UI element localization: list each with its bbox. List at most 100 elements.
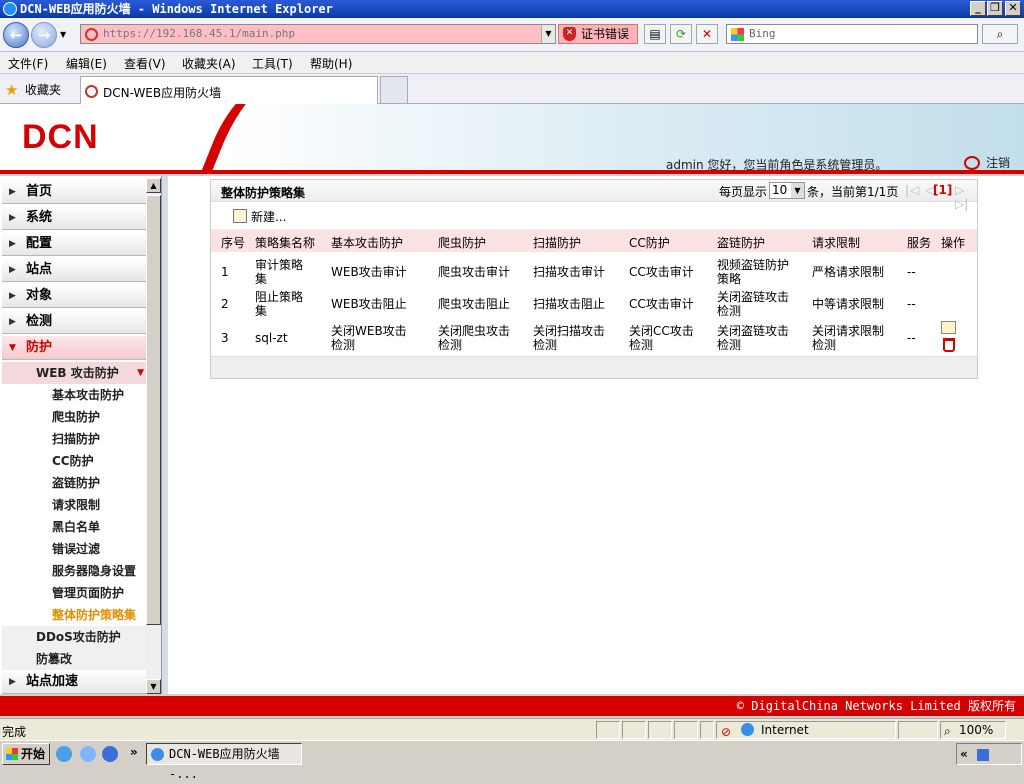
sidebar-subitem[interactable]: 基本攻击防护 xyxy=(2,384,146,406)
table-cell: 关闭爬虫攻击 检测 xyxy=(438,324,511,352)
table-cell: sql-zt xyxy=(255,331,288,345)
chevron-right-icon: ▶ xyxy=(9,239,16,249)
cert-error-label: 证书错误 xyxy=(581,27,630,41)
menu-view[interactable]: 查看(V) xyxy=(124,55,166,72)
col-header: 序号 xyxy=(221,236,246,250)
table-cell: 爬虫攻击审计 xyxy=(438,265,511,279)
edit-icon xyxy=(233,209,247,223)
forward-button[interactable]: → xyxy=(31,22,57,48)
quicklaunch-ie-icon[interactable] xyxy=(56,746,72,762)
table-cell: 关闭WEB攻击 检测 xyxy=(331,324,407,352)
search-placeholder[interactable]: Bing xyxy=(749,27,776,40)
status-pane xyxy=(622,721,646,739)
minimize-button[interactable]: _ xyxy=(970,1,986,16)
per-page-select[interactable]: 10 ▼ xyxy=(769,182,805,199)
logout-link[interactable]: 注销 xyxy=(986,154,1010,171)
sidebar-item-detection[interactable]: ▶ 检测 xyxy=(2,310,146,334)
page-icon xyxy=(85,28,98,41)
sidebar: ▶ 首页 ▶ 系统 ▶ 配置 ▶ 站点 ▶ 对象 ▶ 检测 ▼ 防护 WEB 攻击防护 ▼ 基本… xyxy=(0,176,162,694)
quicklaunch-app-icon[interactable] xyxy=(102,746,118,762)
search-go-button[interactable]: ⌕ xyxy=(982,24,1018,44)
zoom-button[interactable]: ⌕ 100% xyxy=(940,721,1006,739)
menu-tools[interactable]: 工具(T) xyxy=(252,55,293,72)
tray-expand-icon[interactable]: « xyxy=(960,744,968,764)
close-window-button[interactable]: ✕ xyxy=(1005,1,1021,16)
edit-icon[interactable] xyxy=(941,321,956,334)
sidebar-group-tamper[interactable]: 防篡改 xyxy=(2,648,146,670)
sidebar-subitem[interactable]: 黑白名单 xyxy=(2,516,146,538)
sidebar-group-web-attack[interactable]: WEB 攻击防护 ▼ xyxy=(2,362,146,384)
sidebar-item-acceleration[interactable]: ▶ 站点加速 xyxy=(2,670,146,694)
sidebar-subitem[interactable]: 爬虫防护 xyxy=(2,406,146,428)
menu-bar: 文件(F) 编辑(E) 查看(V) 收藏夹(A) 工具(T) 帮助(H) xyxy=(0,52,1024,74)
menu-help[interactable]: 帮助(H) xyxy=(310,55,352,72)
sidebar-item-config[interactable]: ▶ 配置 xyxy=(2,232,146,256)
scroll-down-icon[interactable]: ▼ xyxy=(146,679,161,694)
table-cell: 扫描攻击审计 xyxy=(533,265,606,279)
chevron-right-icon: ▶ xyxy=(9,265,16,275)
zone-pane[interactable]: ⊘ Internet xyxy=(716,721,896,739)
table-cell: WEB攻击审计 xyxy=(331,265,407,279)
cert-error-button[interactable]: ✕ 证书错误 xyxy=(558,24,638,44)
sidebar-scrollbar[interactable]: ▲ ▼ xyxy=(146,178,161,694)
sidebar-group-ddos[interactable]: DDoS攻击防护 xyxy=(2,626,146,648)
menu-edit[interactable]: 编辑(E) xyxy=(66,55,107,72)
protected-mode-icon[interactable] xyxy=(898,721,938,739)
sidebar-subitem[interactable]: 错误过滤 xyxy=(2,538,146,560)
quicklaunch-more[interactable]: » xyxy=(130,745,138,759)
per-page-label: 每页显示 xyxy=(719,185,768,199)
table-cell: -- xyxy=(907,265,916,279)
sidebar-item-objects[interactable]: ▶ 对象 xyxy=(2,284,146,308)
sidebar-subitem[interactable]: 请求限制 xyxy=(2,494,146,516)
sidebar-subitem[interactable]: 盗链防护 xyxy=(2,472,146,494)
quicklaunch-desktop-icon[interactable] xyxy=(80,746,96,762)
browser-nav-bar: ← → ▼ https://192.168.45.1/main.php ▼ ✕ … xyxy=(0,18,1024,52)
table-cell: 扫描攻击阻止 xyxy=(533,297,606,311)
sidebar-item-home[interactable]: ▶ 首页 xyxy=(2,180,146,204)
trash-icon[interactable] xyxy=(943,338,955,352)
address-bar[interactable]: https://192.168.45.1/main.php ▼ xyxy=(80,24,556,44)
table-cell: 审计策略集 xyxy=(255,258,304,286)
pager-first-prev[interactable]: |◁ ◁ xyxy=(905,183,935,197)
row-index: 1 xyxy=(221,265,229,279)
history-dropdown-icon[interactable]: ▼ xyxy=(60,30,66,39)
address-dropdown-icon[interactable]: ▼ xyxy=(541,25,555,43)
back-button[interactable]: ← xyxy=(3,22,29,48)
compat-view-button[interactable]: ▤ xyxy=(644,24,666,44)
sidebar-subitem[interactable]: 服务器隐身设置 xyxy=(2,560,146,582)
table-cell: 关闭盗链攻击 检测 xyxy=(717,290,790,318)
table-cell: CC攻击审计 xyxy=(629,265,694,279)
taskbar-window-item[interactable]: DCN-WEB应用防火墙 -... xyxy=(146,743,302,781)
network-icon[interactable] xyxy=(977,749,989,761)
table-cell: 关闭扫描攻击 检测 xyxy=(533,324,606,352)
favorites-star-icon: ★ xyxy=(5,81,19,99)
stop-button[interactable]: ✕ xyxy=(696,24,718,44)
scroll-thumb[interactable] xyxy=(146,195,161,625)
address-text[interactable]: https://192.168.45.1/main.php xyxy=(103,27,295,40)
sidebar-item-sites[interactable]: ▶ 站点 xyxy=(2,258,146,282)
new-policy-button[interactable]: 新建... xyxy=(233,208,286,225)
sidebar-item-protection[interactable]: ▼ 防护 xyxy=(2,336,146,360)
pager-current-page[interactable]: [1] xyxy=(933,183,952,197)
menu-favorites[interactable]: 收藏夹(A) xyxy=(182,55,236,72)
browser-tab[interactable]: DCN-WEB应用防火墙 xyxy=(80,76,378,104)
table-cell: 关闭盗链攻击 检测 xyxy=(717,324,790,352)
sidebar-subitem[interactable]: CC防护 xyxy=(2,450,146,472)
sidebar-subitem-selected[interactable]: 整体防护策略集 xyxy=(2,604,146,626)
search-box[interactable]: Bing xyxy=(726,24,978,44)
col-header: 基本攻击防护 xyxy=(331,236,404,250)
table-cell: 阻止策略集 xyxy=(255,290,304,318)
sidebar-subitem[interactable]: 管理页面防护 xyxy=(2,582,146,604)
new-tab-button[interactable] xyxy=(380,76,408,104)
restore-button[interactable]: ❐ xyxy=(987,1,1003,16)
refresh-button[interactable]: ⟳ xyxy=(670,24,692,44)
favorites-button[interactable]: 收藏夹 xyxy=(25,81,61,98)
copyright-bar: © DigitalChina Networks Limited 版权所有 xyxy=(0,696,1024,716)
start-button[interactable]: 开始 xyxy=(2,743,50,765)
sidebar-subitem[interactable]: 扫描防护 xyxy=(2,428,146,450)
scroll-up-icon[interactable]: ▲ xyxy=(146,178,161,193)
menu-file[interactable]: 文件(F) xyxy=(8,55,48,72)
sidebar-item-system[interactable]: ▶ 系统 xyxy=(2,206,146,230)
pager-info: 条，当前第1/1页 xyxy=(807,185,899,199)
logout-key-icon[interactable] xyxy=(964,156,980,170)
